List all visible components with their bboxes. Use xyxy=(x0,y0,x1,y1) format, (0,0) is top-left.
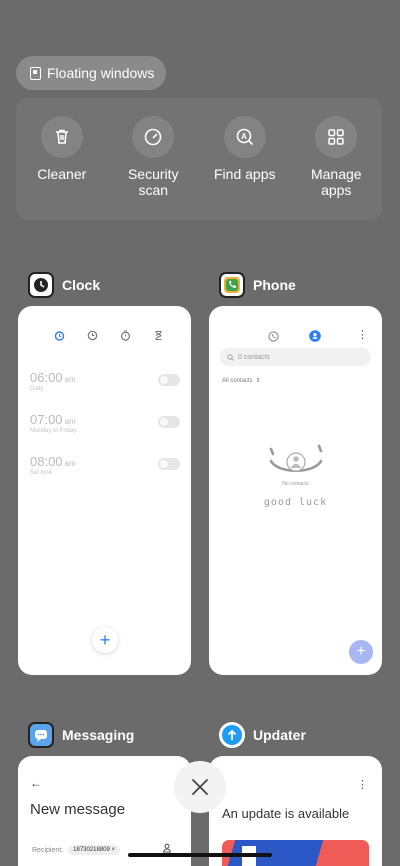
alarm-ampm: am xyxy=(64,375,76,384)
phone-tabs xyxy=(268,329,321,347)
phone-app-icon xyxy=(219,272,245,298)
alarm-repeat: Set time xyxy=(30,470,53,476)
manage-apps-label: Manage apps xyxy=(310,166,362,198)
floating-windows-label: Floating windows xyxy=(47,65,155,81)
alarm-item[interactable]: 06:00 am Daily xyxy=(30,370,180,400)
find-apps-button[interactable]: A Find apps xyxy=(203,116,287,220)
clock-card-title[interactable]: Clock xyxy=(28,272,100,298)
contacts-search-field[interactable]: 0 contacts xyxy=(220,348,371,366)
no-contacts-text: No contacts xyxy=(282,481,309,487)
alarm-repeat: Monday to Friday xyxy=(30,428,77,434)
grid-icon xyxy=(315,116,358,158)
contacts-search-placeholder: 0 contacts xyxy=(238,353,270,361)
plus-icon: + xyxy=(99,629,111,650)
speedometer-icon xyxy=(132,116,175,158)
phone-app-card[interactable]: ⋮ 0 contacts All contacts ⇕ No contacts … xyxy=(209,306,382,675)
quick-tools-panel: Cleaner Security scan A Find apps Manage… xyxy=(16,98,382,220)
updater-title-label: Updater xyxy=(253,727,306,743)
contact-picker-icon[interactable] xyxy=(162,843,172,853)
manage-apps-button[interactable]: Manage apps xyxy=(294,116,378,220)
floating-window-icon xyxy=(30,66,41,80)
messaging-title-label: Messaging xyxy=(62,727,135,743)
alarm-ampm: am xyxy=(64,417,76,426)
alarm-time: 07:00 xyxy=(30,412,63,427)
find-apps-icon: A xyxy=(223,116,266,158)
find-apps-label: Find apps xyxy=(214,166,276,182)
alarm-ampm: am xyxy=(64,459,76,468)
clock-tabs: ⋮ xyxy=(54,328,191,346)
more-options-icon[interactable]: ⋮ xyxy=(186,332,191,343)
trash-icon xyxy=(40,116,83,158)
recents-tab-icon[interactable] xyxy=(268,329,279,347)
good-luck-doodle: good luck xyxy=(263,497,328,508)
alarm-tab-icon[interactable] xyxy=(54,328,65,346)
recipient-chip[interactable]: 18730218809 × xyxy=(68,845,121,855)
phone-title-label: Phone xyxy=(253,277,296,293)
clock-app-icon xyxy=(28,272,54,298)
phone-card-title[interactable]: Phone xyxy=(219,272,296,298)
timer-tab-icon[interactable] xyxy=(153,328,164,346)
alarm-toggle[interactable] xyxy=(158,458,180,470)
recipient-label: Recipient: xyxy=(32,846,64,854)
alarm-item[interactable]: 08:00 am Set time xyxy=(30,454,180,484)
close-all-button[interactable] xyxy=(174,761,226,813)
alarm-toggle[interactable] xyxy=(158,374,180,386)
clock-tab-icon[interactable] xyxy=(87,328,98,346)
update-available-headline: An update is available xyxy=(222,806,350,821)
stopwatch-tab-icon[interactable] xyxy=(120,328,131,346)
security-scan-button[interactable]: Security scan xyxy=(111,116,195,220)
contacts-filter-label: All contacts xyxy=(222,377,253,384)
svg-text:A: A xyxy=(241,132,247,141)
recipient-value: 18730218809 xyxy=(73,847,110,853)
updater-app-card[interactable]: ⋮ An update is available xyxy=(209,756,382,866)
sort-icon: ⇕ xyxy=(255,378,261,384)
alarm-toggle[interactable] xyxy=(158,416,180,428)
more-options-icon[interactable]: ⋮ xyxy=(357,328,368,341)
alarm-repeat: Daily xyxy=(30,386,44,392)
contacts-tab-icon[interactable] xyxy=(309,329,321,347)
cleaner-button[interactable]: Cleaner xyxy=(20,116,104,220)
plus-icon: + xyxy=(356,643,366,660)
home-indicator[interactable] xyxy=(128,853,272,857)
recipient-field[interactable]: Recipient: 18730218809 × xyxy=(32,845,121,855)
search-icon xyxy=(227,353,234,361)
close-icon xyxy=(192,779,208,795)
alarm-item[interactable]: 07:00 am Monday to Friday xyxy=(30,412,180,442)
new-message-header: New message xyxy=(30,801,126,818)
clock-app-card[interactable]: ⋮ 06:00am Daily 07:00am Monday to Friday… xyxy=(18,306,191,675)
messaging-app-card[interactable]: ← New message Recipient: 18730218809 × xyxy=(18,756,191,866)
messaging-card-title[interactable]: Messaging xyxy=(28,722,134,748)
alarm-time: 06:00 xyxy=(30,370,63,385)
floating-windows-button[interactable]: Floating windows xyxy=(16,56,166,90)
clock-title-label: Clock xyxy=(62,277,101,293)
cleaner-label: Cleaner xyxy=(37,166,87,182)
contacts-filter-dropdown[interactable]: All contacts ⇕ xyxy=(222,377,261,385)
security-scan-label: Security scan xyxy=(127,166,179,198)
updater-app-icon xyxy=(219,722,245,748)
add-alarm-button[interactable]: + xyxy=(92,627,118,653)
messaging-app-icon xyxy=(28,722,54,748)
alarm-time: 08:00 xyxy=(30,454,63,469)
add-contact-button[interactable]: + xyxy=(349,640,373,664)
more-options-icon[interactable]: ⋮ xyxy=(357,778,368,791)
back-arrow-icon[interactable]: ← xyxy=(30,776,42,790)
updater-card-title[interactable]: Updater xyxy=(219,722,306,748)
